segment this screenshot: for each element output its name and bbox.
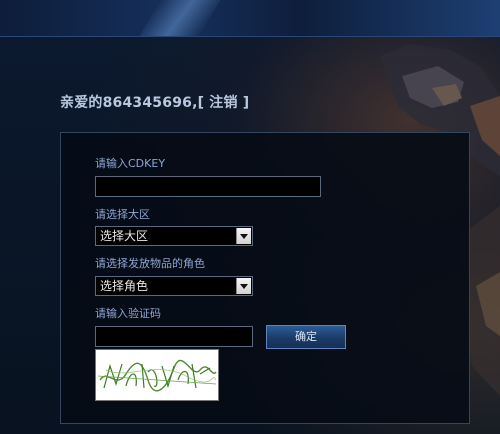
role-label: 请选择发放物品的角色 — [95, 257, 205, 270]
chevron-down-icon[interactable] — [236, 278, 251, 294]
captcha-glyphs — [97, 359, 217, 392]
logout-link[interactable]: [ 注销 ] — [198, 95, 250, 111]
chevron-down-icon[interactable] — [236, 228, 251, 244]
region-label: 请选择大区 — [95, 208, 150, 221]
region-selected-value: 选择大区 — [100, 229, 149, 243]
confirm-button[interactable]: 确定 — [266, 325, 346, 349]
region-select[interactable]: 选择大区 — [95, 226, 253, 246]
role-selected-value: 选择角色 — [100, 279, 149, 293]
role-select[interactable]: 选择角色 — [95, 276, 253, 296]
welcome-message: 亲爱的864345696,[ 注销 ] — [60, 92, 249, 112]
captcha-input[interactable] — [95, 326, 253, 347]
welcome-text: 亲爱的864345696, — [60, 95, 198, 111]
cdkey-redeem-panel: 请输入CDKEY 请选择大区 选择大区 请选择发放物品的角色 选择角色 请输入验… — [60, 132, 470, 424]
captcha-image[interactable] — [95, 349, 219, 401]
top-banner — [0, 0, 500, 37]
banner-highlight — [139, 0, 221, 36]
cdkey-label: 请输入CDKEY — [95, 157, 166, 170]
cdkey-input[interactable] — [95, 176, 321, 197]
captcha-label: 请输入验证码 — [95, 307, 161, 320]
